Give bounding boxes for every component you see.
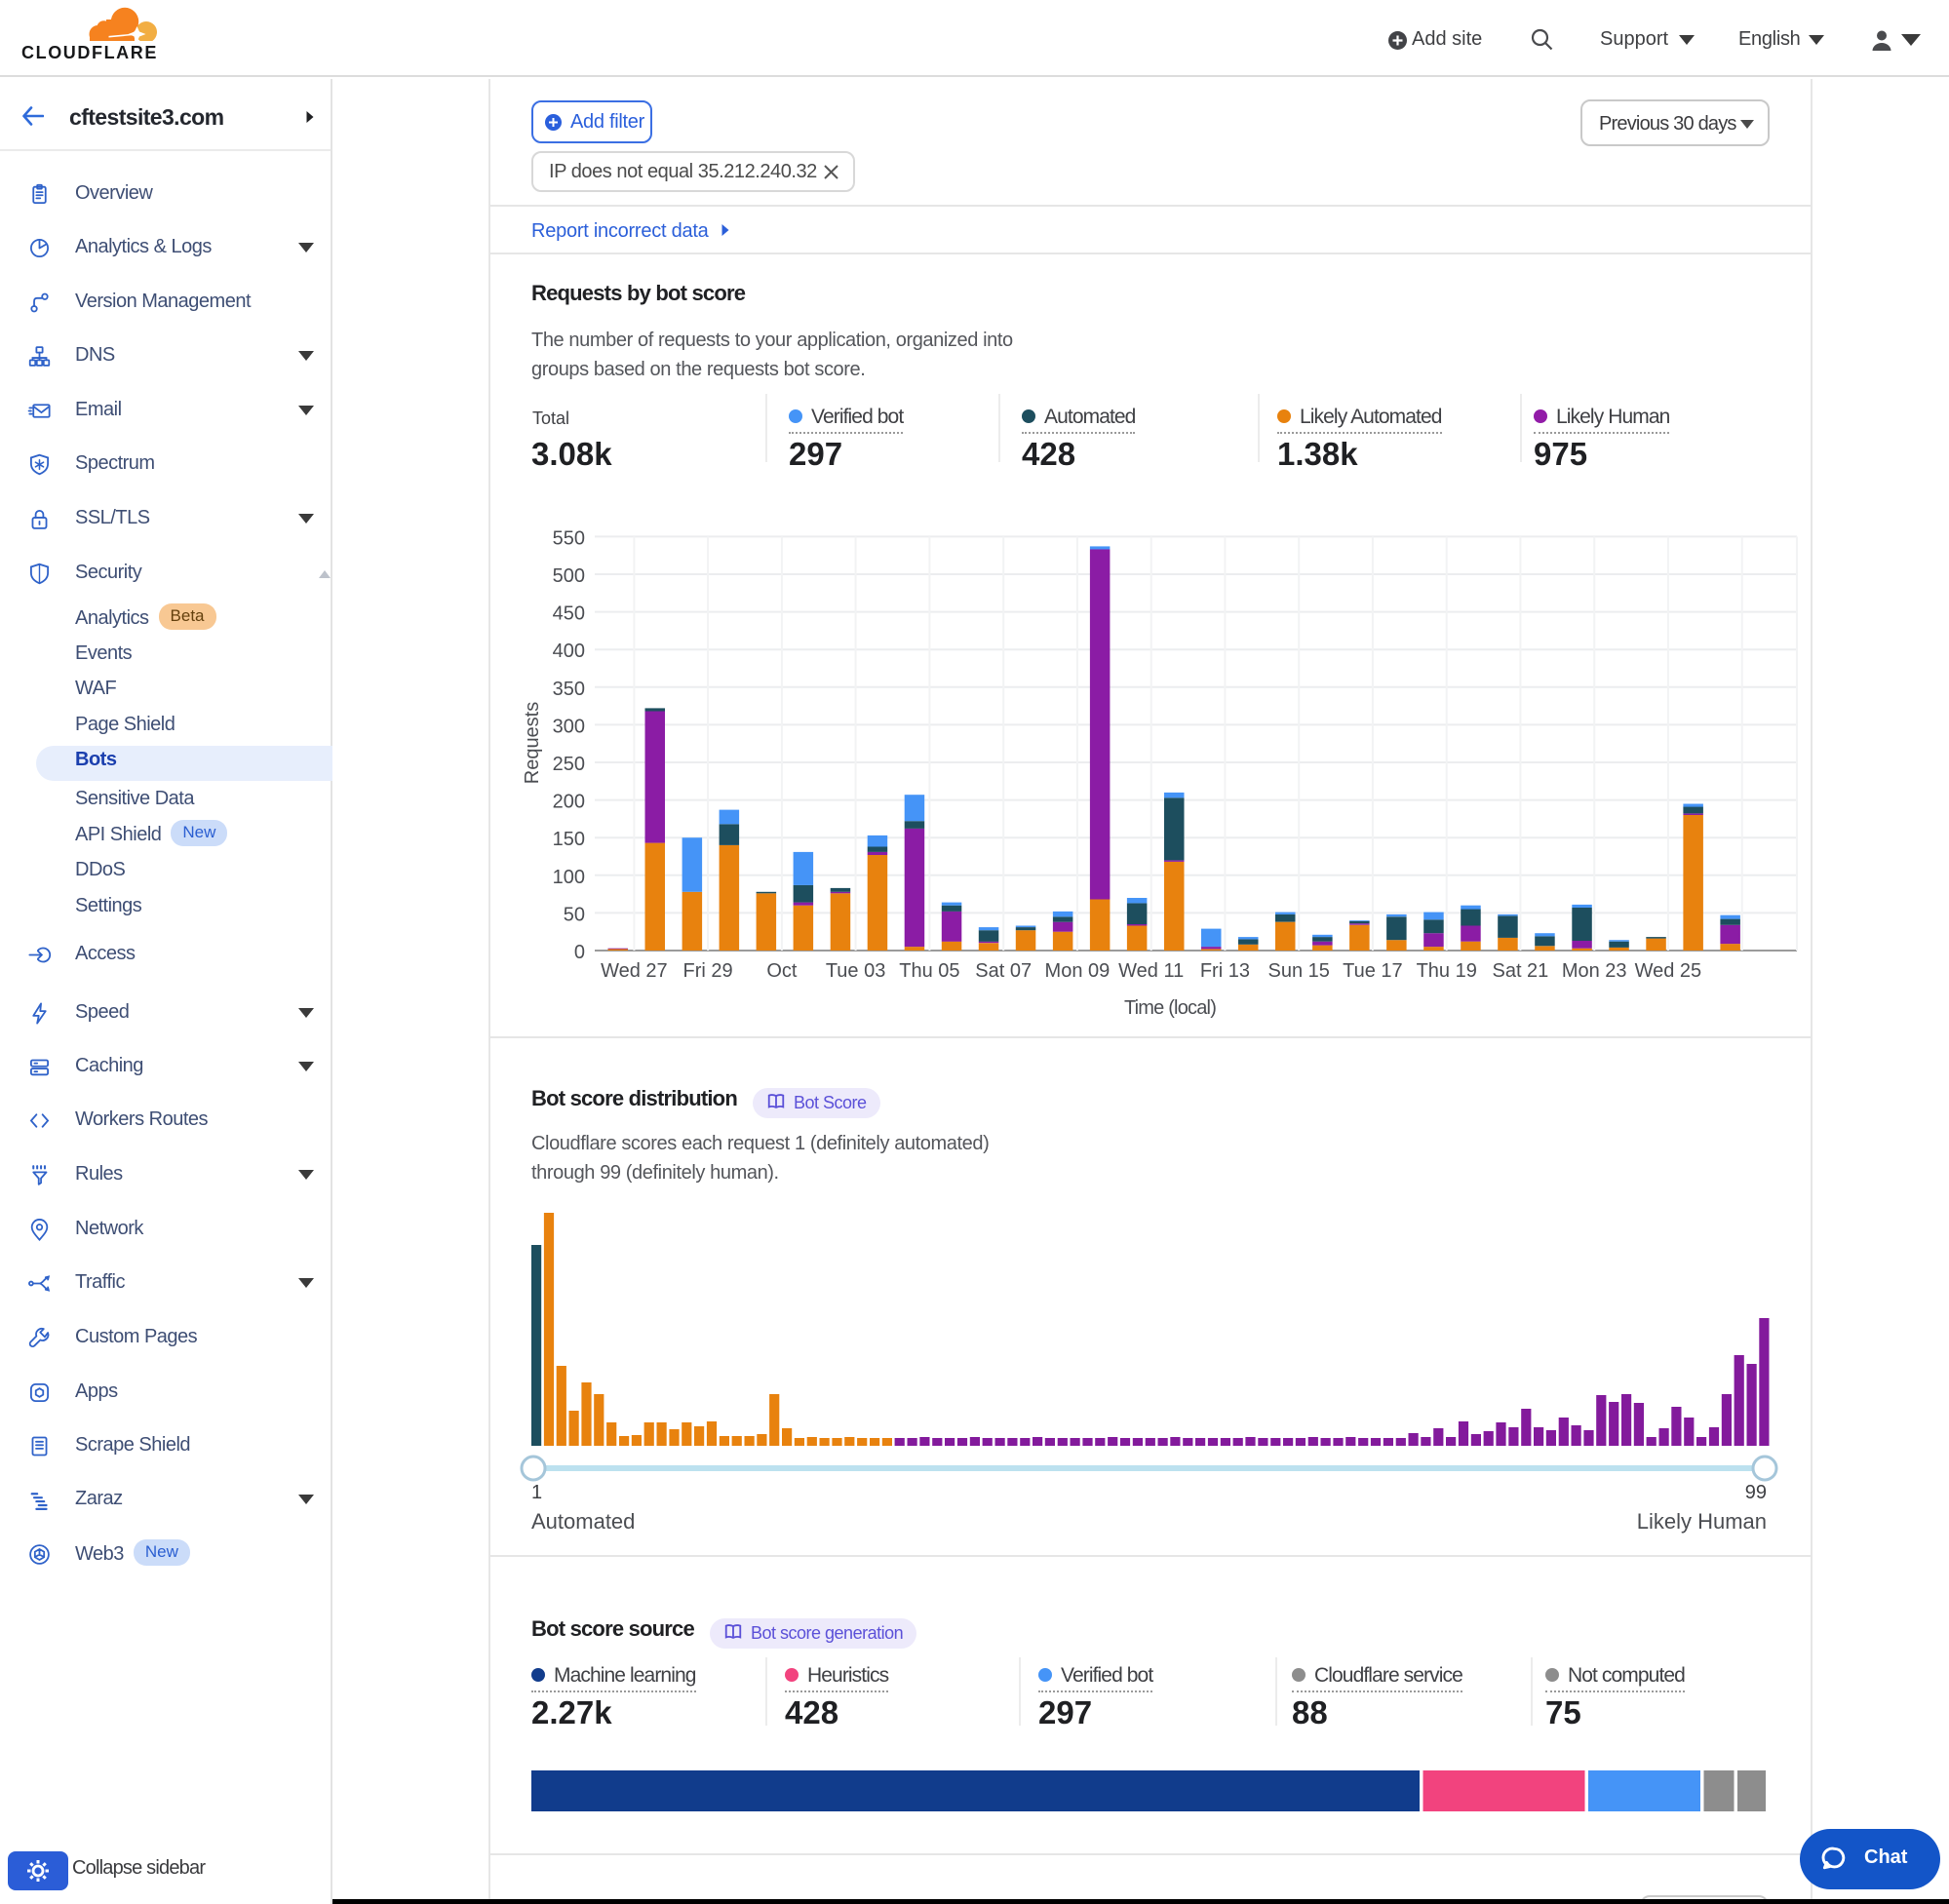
svg-text:Sun 15: Sun 15 [1268, 960, 1330, 982]
svg-text:400: 400 [553, 641, 585, 662]
svg-text:Thu 19: Thu 19 [1417, 960, 1477, 982]
svg-text:1: 1 [531, 1482, 542, 1503]
svg-text:100: 100 [553, 867, 585, 888]
svg-text:Tue 17: Tue 17 [1343, 960, 1403, 982]
svg-text:Sat 21: Sat 21 [1492, 960, 1548, 982]
svg-text:450: 450 [553, 603, 585, 625]
svg-text:500: 500 [553, 565, 585, 587]
svg-text:350: 350 [553, 679, 585, 700]
svg-text:99: 99 [1745, 1482, 1767, 1503]
svg-text:150: 150 [553, 829, 585, 850]
svg-text:Tue 03: Tue 03 [826, 960, 886, 982]
svg-text:200: 200 [553, 792, 585, 813]
svg-text:250: 250 [553, 754, 585, 775]
svg-text:Fri 29: Fri 29 [683, 960, 733, 982]
svg-text:Thu 05: Thu 05 [899, 960, 959, 982]
svg-text:Wed 27: Wed 27 [601, 960, 668, 982]
svg-text:300: 300 [553, 716, 585, 737]
svg-text:Fri 13: Fri 13 [1200, 960, 1250, 982]
svg-text:Mon 09: Mon 09 [1045, 960, 1111, 982]
svg-text:Requests: Requests [522, 702, 543, 785]
svg-text:50: 50 [564, 904, 585, 925]
svg-text:550: 550 [553, 527, 585, 549]
svg-text:0: 0 [574, 942, 585, 963]
svg-text:Automated: Automated [531, 1509, 635, 1534]
svg-text:Wed 25: Wed 25 [1635, 960, 1702, 982]
svg-text:Time (local): Time (local) [1124, 997, 1216, 1019]
svg-text:Likely Human: Likely Human [1637, 1509, 1767, 1534]
svg-text:Mon 23: Mon 23 [1562, 960, 1627, 982]
svg-text:Oct: Oct [766, 960, 798, 982]
svg-text:Sat 07: Sat 07 [975, 960, 1032, 982]
svg-text:Wed 11: Wed 11 [1118, 960, 1184, 982]
